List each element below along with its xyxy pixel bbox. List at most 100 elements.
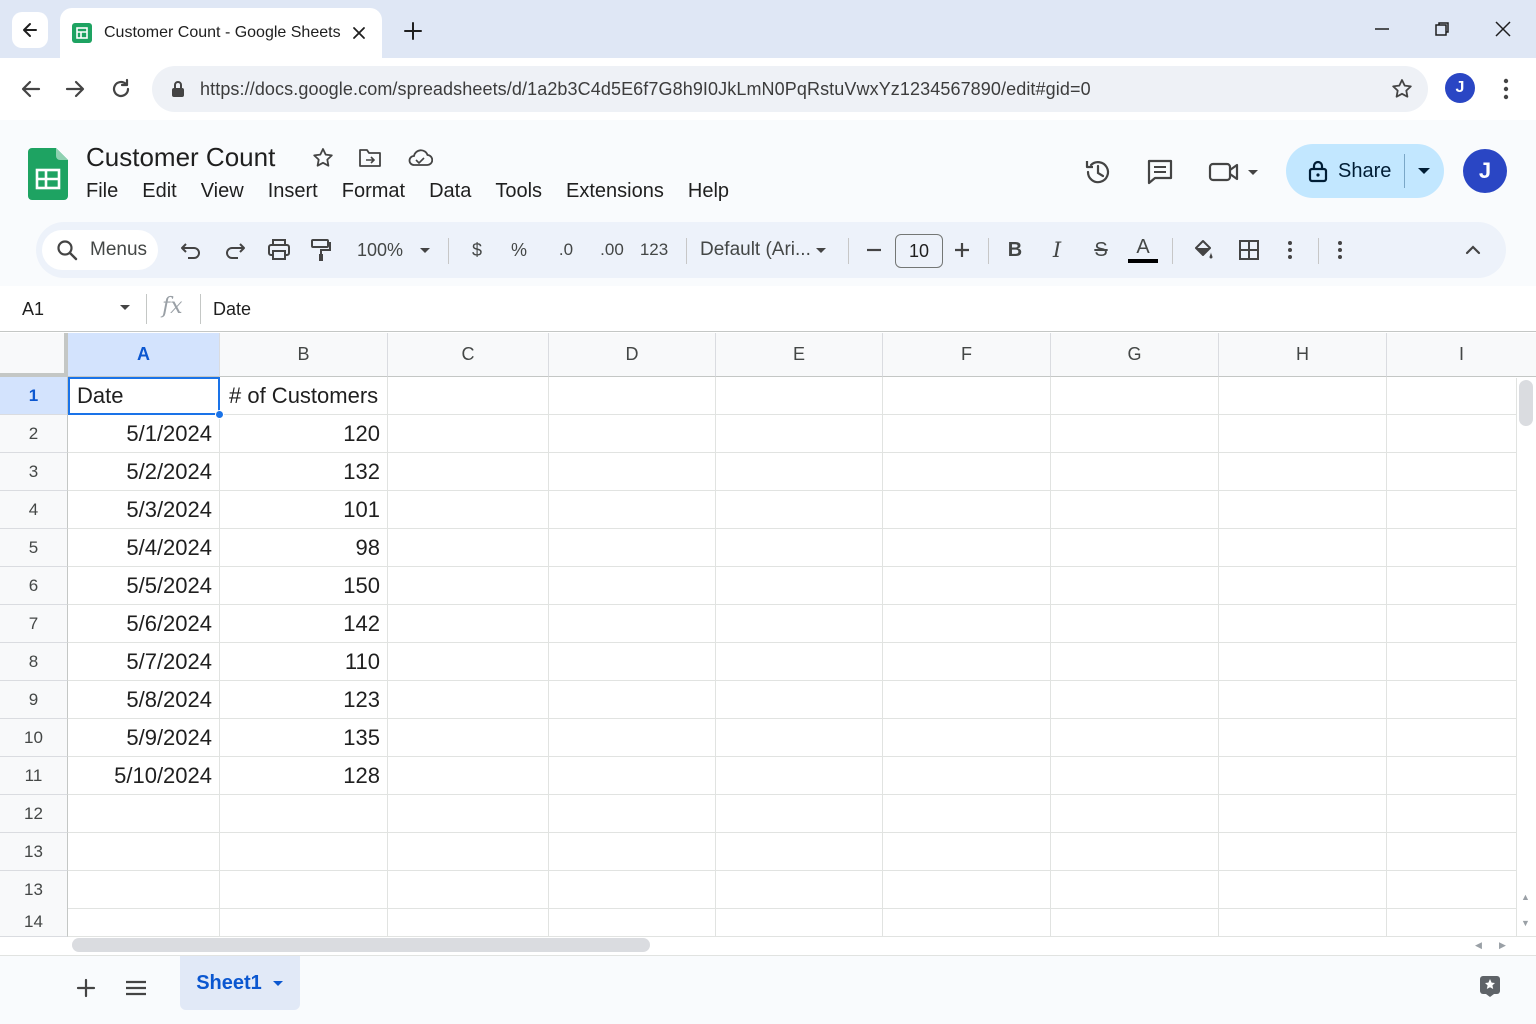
customer-count-cell[interactable]: 142: [220, 605, 388, 643]
empty-cell[interactable]: [716, 567, 883, 605]
empty-cell[interactable]: [1051, 415, 1219, 453]
empty-cell[interactable]: [716, 833, 883, 871]
empty-cell[interactable]: [68, 795, 220, 833]
empty-cell[interactable]: [883, 491, 1051, 529]
empty-cell[interactable]: [1051, 377, 1219, 415]
row-header[interactable]: 7: [0, 605, 68, 643]
fill-handle[interactable]: [215, 410, 224, 419]
tab-close-icon[interactable]: [348, 22, 370, 44]
empty-cell[interactable]: [1387, 491, 1536, 529]
empty-cell[interactable]: [388, 491, 549, 529]
empty-cell[interactable]: [549, 415, 716, 453]
italic-button[interactable]: I: [1044, 234, 1070, 266]
empty-cell[interactable]: [549, 491, 716, 529]
empty-cell[interactable]: [716, 907, 883, 937]
redo-icon[interactable]: [220, 234, 250, 266]
empty-cell[interactable]: [883, 871, 1051, 909]
empty-cell[interactable]: [549, 795, 716, 833]
move-folder-icon[interactable]: [356, 144, 384, 172]
empty-cell[interactable]: [388, 453, 549, 491]
formula-input[interactable]: Date: [213, 299, 251, 320]
empty-cell[interactable]: [716, 453, 883, 491]
tab-search-back-button[interactable]: [12, 12, 48, 48]
customer-count-cell[interactable]: 120: [220, 415, 388, 453]
empty-cell[interactable]: [220, 795, 388, 833]
empty-cell[interactable]: [883, 795, 1051, 833]
empty-cell[interactable]: [1219, 415, 1387, 453]
more-formats-button[interactable]: 123: [636, 234, 672, 266]
collapse-toolbar-chevron-up-icon[interactable]: [1460, 234, 1486, 266]
lock-icon[interactable]: [168, 79, 188, 99]
row-header[interactable]: 1: [0, 377, 68, 415]
empty-cell[interactable]: [1387, 871, 1536, 909]
empty-cell[interactable]: [1051, 491, 1219, 529]
text-color-button[interactable]: A: [1126, 234, 1160, 266]
row-header[interactable]: 11: [0, 757, 68, 795]
menu-file[interactable]: File: [86, 180, 118, 203]
menu-tools[interactable]: Tools: [495, 180, 542, 203]
empty-cell[interactable]: [388, 415, 549, 453]
empty-cell[interactable]: [388, 377, 549, 415]
empty-cell[interactable]: [549, 907, 716, 937]
account-avatar[interactable]: J: [1463, 149, 1507, 193]
empty-cell[interactable]: [1387, 453, 1536, 491]
empty-cell[interactable]: [388, 529, 549, 567]
empty-cell[interactable]: [1219, 907, 1387, 937]
empty-cell[interactable]: [1219, 453, 1387, 491]
menu-format[interactable]: Format: [342, 180, 405, 203]
empty-cell[interactable]: [1219, 605, 1387, 643]
row-header[interactable]: 2: [0, 415, 68, 453]
empty-cell[interactable]: [716, 643, 883, 681]
empty-cell[interactable]: [1219, 643, 1387, 681]
row-header[interactable]: 9: [0, 681, 68, 719]
column-header-f[interactable]: F: [883, 333, 1051, 377]
empty-cell[interactable]: [388, 795, 549, 833]
empty-cell[interactable]: [1219, 681, 1387, 719]
empty-cell[interactable]: [1219, 795, 1387, 833]
vertical-scrollbar-track[interactable]: [1516, 378, 1536, 936]
empty-cell[interactable]: [1219, 529, 1387, 567]
row-header[interactable]: 5: [0, 529, 68, 567]
share-button[interactable]: Share: [1286, 144, 1404, 198]
row-header[interactable]: 3: [0, 453, 68, 491]
empty-cell[interactable]: [388, 567, 549, 605]
empty-cell[interactable]: [716, 719, 883, 757]
empty-cell[interactable]: [1051, 643, 1219, 681]
column-header-a[interactable]: A: [68, 333, 220, 377]
row-header[interactable]: 13: [0, 871, 68, 909]
cloud-status-icon[interactable]: [406, 144, 434, 172]
menu-help[interactable]: Help: [688, 180, 729, 203]
column-header-b[interactable]: B: [220, 333, 388, 377]
menu-insert[interactable]: Insert: [268, 180, 318, 203]
window-minimize-icon[interactable]: [1367, 14, 1397, 44]
empty-cell[interactable]: [716, 795, 883, 833]
empty-cell[interactable]: [716, 871, 883, 909]
customer-count-cell[interactable]: 123: [220, 681, 388, 719]
decrease-decimal-button[interactable]: .0: [548, 234, 584, 266]
customer-count-cell[interactable]: 132: [220, 453, 388, 491]
empty-cell[interactable]: [1387, 529, 1536, 567]
date-cell[interactable]: 5/2/2024: [68, 453, 220, 491]
font-size-input[interactable]: 10: [895, 234, 943, 268]
row-header[interactable]: 12: [0, 795, 68, 833]
empty-cell[interactable]: [1051, 681, 1219, 719]
url-omnibox[interactable]: https://docs.google.com/spreadsheets/d/1…: [152, 66, 1428, 112]
empty-cell[interactable]: [1051, 605, 1219, 643]
empty-cell[interactable]: [388, 719, 549, 757]
empty-cell[interactable]: [549, 833, 716, 871]
window-restore-icon[interactable]: [1427, 14, 1457, 44]
menu-view[interactable]: View: [201, 180, 244, 203]
empty-cell[interactable]: [549, 529, 716, 567]
browser-menu-kebab-icon[interactable]: [1494, 74, 1518, 104]
fill-color-icon[interactable]: [1188, 234, 1218, 266]
empty-cell[interactable]: [1219, 719, 1387, 757]
chevron-down-icon[interactable]: [272, 980, 284, 987]
document-title[interactable]: Customer Count: [86, 142, 275, 173]
print-icon[interactable]: [264, 234, 294, 266]
version-history-icon[interactable]: [1080, 154, 1116, 190]
horizontal-scrollbar-thumb[interactable]: [72, 938, 650, 952]
column-header-d[interactable]: D: [549, 333, 716, 377]
empty-cell[interactable]: [1387, 795, 1536, 833]
empty-cell[interactable]: [1051, 719, 1219, 757]
empty-cell[interactable]: [549, 719, 716, 757]
